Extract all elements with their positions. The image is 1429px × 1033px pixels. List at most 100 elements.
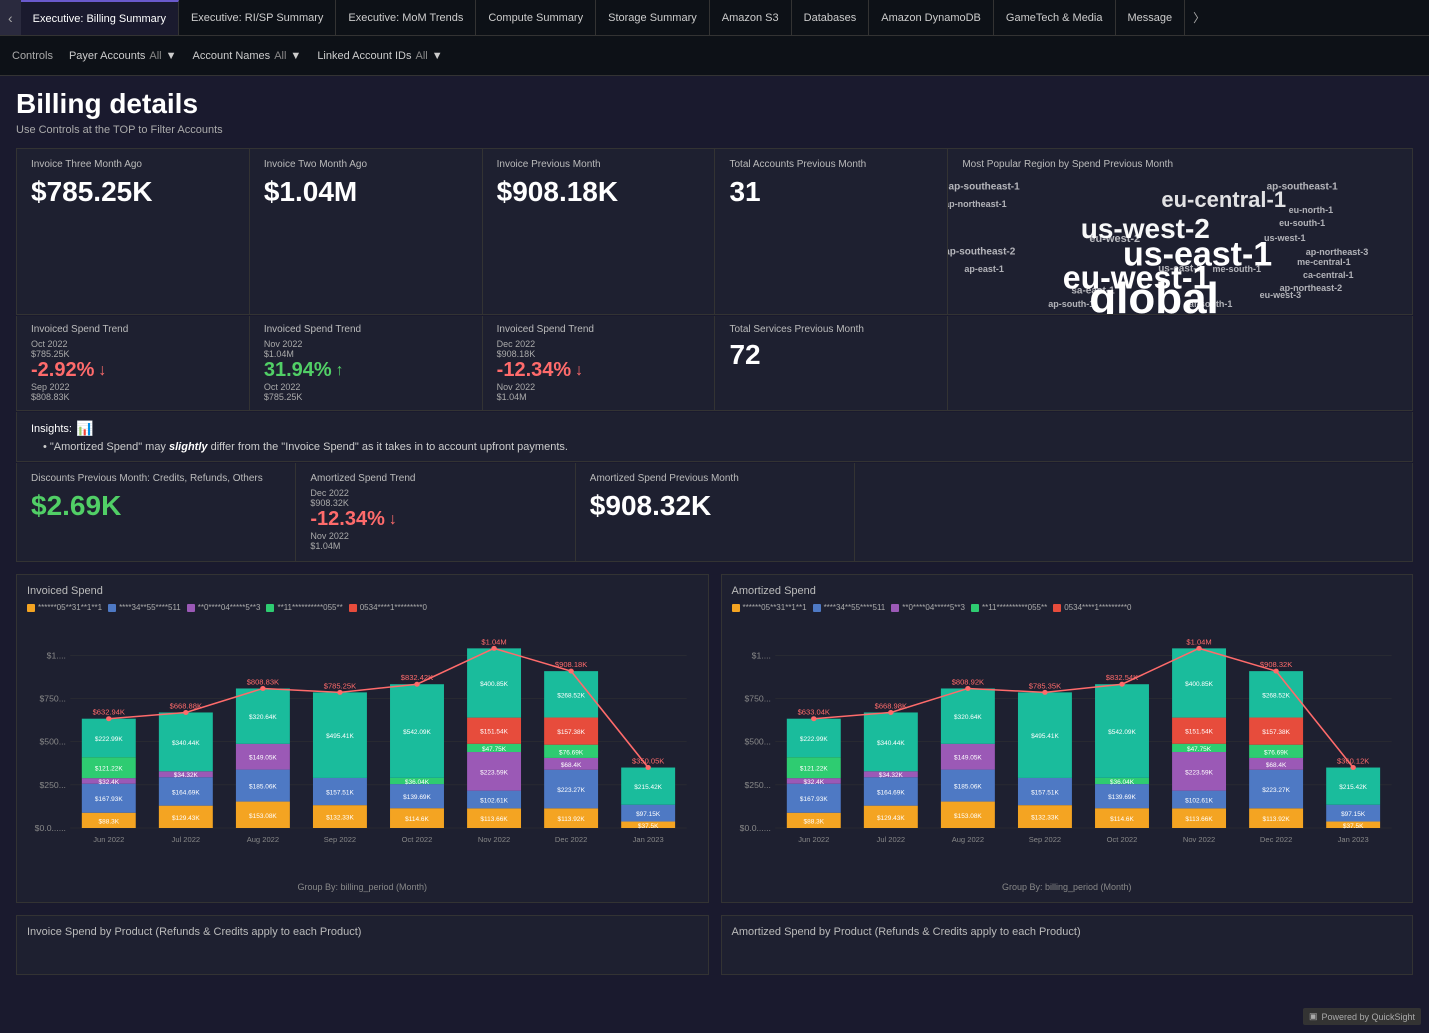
svg-text:Jan 2023: Jan 2023 <box>1337 835 1368 844</box>
svg-text:$223.59K: $223.59K <box>480 770 509 777</box>
qs-label: Powered by QuickSight <box>1321 1012 1415 1022</box>
discounts-card: Discounts Previous Month: Credits, Refun… <box>17 463 295 561</box>
word-cloud-word: ap-southeast-1 <box>1267 182 1338 193</box>
word-cloud-word: ap-south-1 <box>1048 299 1094 309</box>
account-names-label: Account Names <box>193 50 271 62</box>
trend-card-nov: Invoiced Spend Trend Nov 2022 $1.04M 31.… <box>250 316 482 410</box>
amort-product-card: Amortized Spend by Product (Refunds & Cr… <box>721 915 1414 975</box>
word-cloud-word: af-south-1 <box>1189 299 1233 309</box>
tab-2[interactable]: Executive: MoM Trends <box>336 0 476 36</box>
svg-text:$500...: $500... <box>744 737 770 747</box>
svg-text:$167.93K: $167.93K <box>799 796 828 803</box>
svg-text:$36.04K: $36.04K <box>1109 779 1134 786</box>
trend-dec-prev-amount: $1.04M <box>497 392 701 402</box>
account-names-value: All <box>274 50 286 62</box>
tab-0[interactable]: Executive: Billing Summary <box>21 0 179 36</box>
svg-text:Oct 2022: Oct 2022 <box>402 835 433 844</box>
legend-item: **11**********055** <box>971 603 1047 612</box>
qs-icon: ▣ <box>1309 1011 1318 1022</box>
tab-4[interactable]: Storage Summary <box>596 0 710 36</box>
svg-text:Jun 2022: Jun 2022 <box>798 835 829 844</box>
svg-text:$157.51K: $157.51K <box>326 790 355 797</box>
svg-text:$785.35K: $785.35K <box>1028 682 1061 691</box>
word-cloud-word: me-central-1 <box>1297 257 1351 267</box>
amort-trend-arrow: ↓ <box>389 511 397 529</box>
payer-accounts-filter[interactable]: Payer Accounts All ▼ <box>69 50 177 62</box>
account-names-filter[interactable]: Account Names All ▼ <box>193 50 302 62</box>
trend-oct-prev-month: Sep 2022 <box>31 382 235 392</box>
svg-text:$76.69K: $76.69K <box>1264 750 1289 757</box>
invoice-product-title: Invoice Spend by Product (Refunds & Cred… <box>27 926 698 938</box>
svg-text:$97.15K: $97.15K <box>636 811 661 818</box>
kpi-total-accounts: Total Accounts Previous Month 31 <box>715 149 947 314</box>
tab-3[interactable]: Compute Summary <box>476 0 596 36</box>
amortized-chart-xlabel: Group By: billing_period (Month) <box>732 882 1403 892</box>
svg-text:$157.38K: $157.38K <box>1262 729 1291 736</box>
kpi-total-accounts-label: Total Accounts Previous Month <box>729 159 933 170</box>
legend-item: ****34**55****511 <box>813 603 886 612</box>
tab-9[interactable]: Message <box>1116 0 1186 36</box>
trend-nov-amount: $1.04M <box>264 349 468 359</box>
kpi-invoice-3month-value: $785.25K <box>31 176 235 208</box>
svg-text:$97.15K: $97.15K <box>1341 811 1366 818</box>
svg-text:$151.54K: $151.54K <box>480 729 509 736</box>
trend-services-label: Total Services Previous Month <box>729 324 933 335</box>
invoiced-chart-svg: $0.0......$250...$500...$750...$1....$88… <box>27 618 698 878</box>
word-cloud-word: us-east-2 <box>1158 263 1202 274</box>
svg-text:$149.05K: $149.05K <box>249 755 278 762</box>
trend-nov-label: Invoiced Spend Trend <box>264 324 468 335</box>
tab-1[interactable]: Executive: RI/SP Summary <box>179 0 336 36</box>
controls-label: Controls <box>12 50 53 62</box>
insights-title: Insights: 📊 <box>31 420 1398 437</box>
word-cloud-spacer <box>948 316 1412 410</box>
tab-6[interactable]: Databases <box>792 0 870 36</box>
insights-icon: 📊 <box>76 420 93 437</box>
trend-card-dec: Invoiced Spend Trend Dec 2022 $908.18K -… <box>483 316 715 410</box>
payer-accounts-label: Payer Accounts <box>69 50 145 62</box>
trend-dec-prev-month: Nov 2022 <box>497 382 701 392</box>
svg-text:$542.09K: $542.09K <box>403 729 432 736</box>
svg-text:$785.25K: $785.25K <box>324 682 357 691</box>
trend-oct-month: Oct 2022 <box>31 339 235 349</box>
tab-5[interactable]: Amazon S3 <box>710 0 792 36</box>
svg-text:$750...: $750... <box>744 694 770 704</box>
svg-text:$500...: $500... <box>39 737 65 747</box>
svg-text:$633.04K: $633.04K <box>797 708 830 717</box>
tab-7[interactable]: Amazon DynamoDB <box>869 0 994 36</box>
amort-trend-prev-month: Nov 2022 <box>310 531 560 541</box>
svg-text:$32.4K: $32.4K <box>99 779 120 786</box>
legend-item: ****34**55****511 <box>108 603 181 612</box>
svg-text:$114.6K: $114.6K <box>405 816 430 823</box>
legend-item: **0****04*****5**3 <box>891 603 965 612</box>
tab-back-button[interactable]: ‹ <box>0 0 21 36</box>
svg-text:$1....: $1.... <box>47 651 66 661</box>
kpi-invoice-2month-value: $1.04M <box>264 176 468 208</box>
svg-text:$114.6K: $114.6K <box>1110 816 1135 823</box>
linked-ids-filter[interactable]: Linked Account IDs All ▼ <box>317 50 442 62</box>
svg-text:$215.42K: $215.42K <box>1339 784 1368 791</box>
svg-text:Jul 2022: Jul 2022 <box>876 835 905 844</box>
svg-text:$37.5K: $37.5K <box>1342 823 1363 830</box>
svg-text:$68.4K: $68.4K <box>1265 762 1286 769</box>
trend-oct-label: Invoiced Spend Trend <box>31 324 235 335</box>
amortized-chart-title: Amortized Spend <box>732 585 1403 597</box>
amort-trend-label: Amortized Spend Trend <box>310 473 560 484</box>
svg-text:$167.93K: $167.93K <box>95 796 124 803</box>
tab-8[interactable]: GameTech & Media <box>994 0 1116 36</box>
svg-text:Aug 2022: Aug 2022 <box>247 835 279 844</box>
svg-text:$113.92K: $113.92K <box>557 816 585 823</box>
svg-text:$151.54K: $151.54K <box>1185 729 1214 736</box>
svg-text:$832.54K: $832.54K <box>1105 673 1138 682</box>
trend-dec-pct: -12.34% <box>497 359 572 382</box>
amortized-chart-legend: ******05**31**1**1****34**55****511**0**… <box>732 603 1403 612</box>
svg-text:$102.61K: $102.61K <box>1185 798 1214 805</box>
kpi-invoice-prev-value: $908.18K <box>497 176 701 208</box>
page-content: Billing details Use Controls at the TOP … <box>0 76 1429 1033</box>
tab-more-button[interactable]: 〉 <box>1185 9 1213 26</box>
kpi-total-accounts-value: 31 <box>729 176 933 208</box>
bottom-kpi-spacer <box>855 463 1412 561</box>
svg-text:$832.42K: $832.42K <box>401 673 434 682</box>
word-cloud-card: Most Popular Region by Spend Previous Mo… <box>948 149 1412 314</box>
svg-text:Oct 2022: Oct 2022 <box>1106 835 1137 844</box>
invoiced-chart-area: $0.0......$250...$500...$750...$1....$88… <box>27 618 698 878</box>
